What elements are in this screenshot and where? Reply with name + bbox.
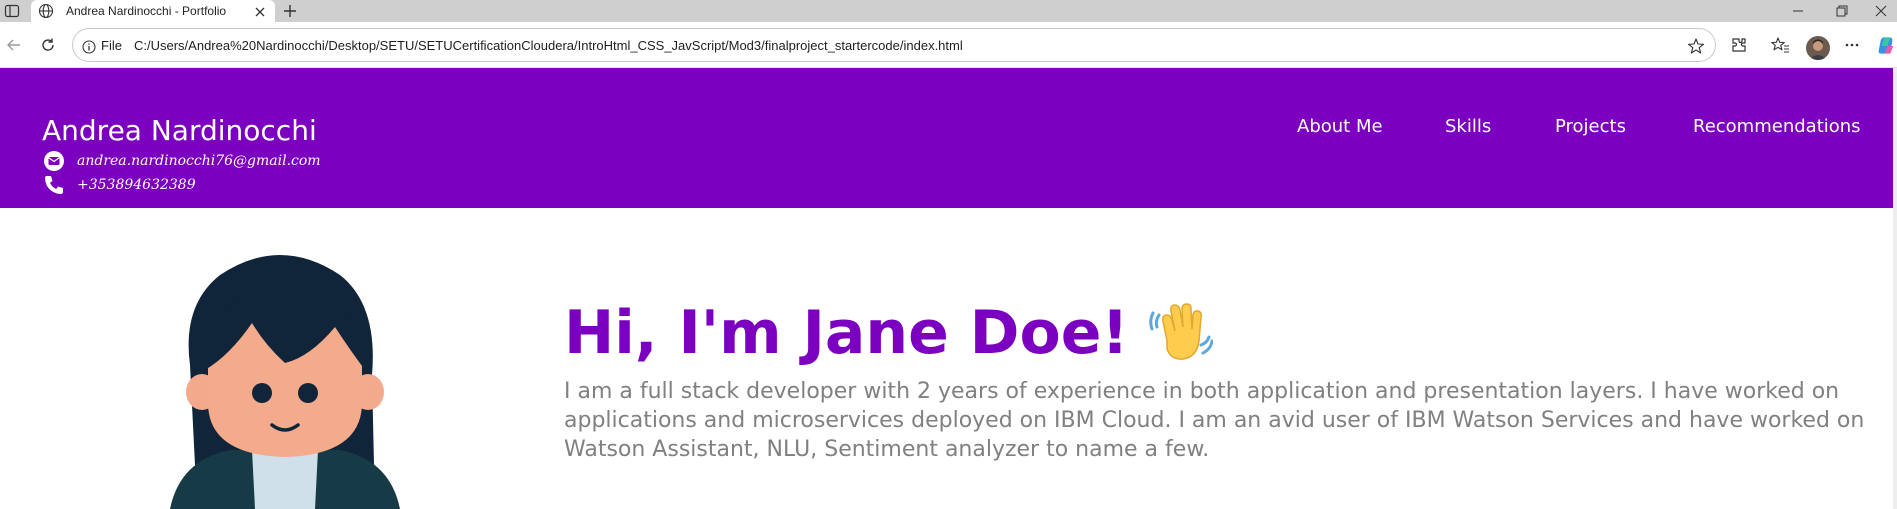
plus-icon[interactable] (281, 2, 299, 20)
restore-icon[interactable] (1822, 0, 1862, 22)
nav-about-me[interactable]: About Me (1297, 116, 1383, 137)
close-icon[interactable] (253, 4, 267, 18)
browser-tab[interactable]: Andrea Nardinocchi - Portfolio (31, 0, 275, 22)
email-contact: andrea.nardinocchi76@gmail.com (42, 149, 321, 173)
globe-icon (38, 3, 54, 19)
email-icon (42, 149, 66, 173)
email-address[interactable]: andrea.nardinocchi76@gmail.com (77, 153, 321, 169)
avatar[interactable] (1806, 36, 1830, 60)
sidebar-toggle-icon[interactable] (4, 3, 20, 19)
url-text[interactable]: C:/Users/Andrea%20Nardinocchi/Desktop/SE… (134, 38, 963, 53)
copilot-icon[interactable] (1876, 33, 1897, 57)
back-icon[interactable] (2, 33, 26, 57)
phone-number[interactable]: +353894632389 (77, 177, 196, 193)
tab-title: Andrea Nardinocchi - Portfolio (66, 4, 227, 18)
waving-hand-icon (1149, 301, 1214, 365)
hero-title-text: Hi, I'm Jane Doe! (564, 298, 1129, 368)
phone-icon (42, 173, 66, 197)
nav-skills[interactable]: Skills (1445, 116, 1491, 137)
star-icon[interactable] (1687, 37, 1705, 55)
browser-toolbar: File C:/Users/Andrea%20Nardinocchi/Deskt… (0, 22, 1897, 68)
nav-projects[interactable]: Projects (1555, 116, 1626, 137)
site-header: Andrea Nardinocchi andrea.nardinocchi76@… (0, 68, 1893, 208)
info-icon[interactable] (82, 39, 96, 54)
reload-icon[interactable] (36, 33, 60, 57)
profile-illustration (160, 245, 410, 509)
address-bar[interactable]: File C:/Users/Andrea%20Nardinocchi/Deskt… (72, 28, 1716, 62)
favorites-icon[interactable] (1768, 33, 1792, 57)
nav-recommendations[interactable]: Recommendations (1693, 116, 1861, 137)
minimize-icon[interactable] (1778, 0, 1818, 22)
extensions-icon[interactable] (1727, 33, 1751, 57)
phone-contact: +353894632389 (42, 173, 196, 197)
page-scrollbar[interactable] (1893, 68, 1897, 509)
more-icon[interactable] (1840, 33, 1864, 57)
url-scheme: File (101, 38, 122, 53)
hero-heading: Hi, I'm Jane Doe! (564, 298, 1214, 368)
close-window-icon[interactable] (1865, 0, 1897, 22)
site-owner-name: Andrea Nardinocchi (42, 114, 317, 147)
tab-strip: Andrea Nardinocchi - Portfolio (0, 0, 1897, 22)
hero-bio: I am a full stack developer with 2 years… (564, 379, 1865, 462)
